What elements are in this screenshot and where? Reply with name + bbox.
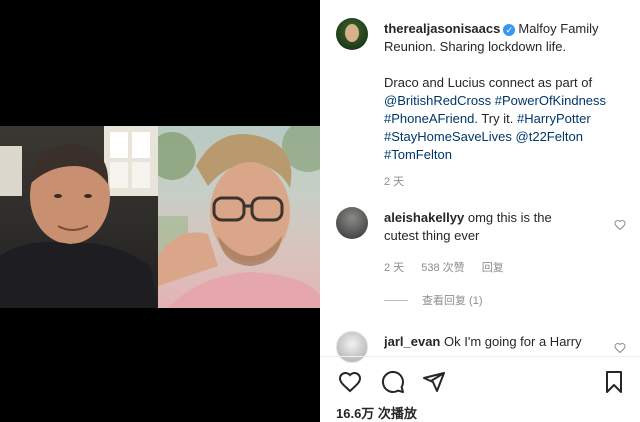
comment-meta: 2 天 538 次赞 回复 xyxy=(384,259,518,275)
verified-badge-icon: ✓ xyxy=(503,24,516,36)
comment-like-heart-icon[interactable] xyxy=(614,342,626,354)
comment-item: jarl_evan Ok I'm going for a Harry xyxy=(384,333,604,353)
heart-icon[interactable] xyxy=(338,370,362,394)
caption-paragraph-2: Draco and Lucius connect as part of @Bri… xyxy=(384,74,624,164)
view-replies-label: 查看回复 (1) xyxy=(422,295,483,307)
commenter-username[interactable]: jarl_evan xyxy=(384,334,440,349)
commenter-avatar[interactable] xyxy=(336,331,368,363)
post-timestamp[interactable]: 2 天 xyxy=(384,173,404,189)
commenter-username[interactable]: aleishakellyy xyxy=(384,210,464,225)
mention-t22felton[interactable]: @t22Felton xyxy=(516,129,583,144)
view-count[interactable]: 16.6万 次播放 xyxy=(336,403,417,422)
share-icon[interactable] xyxy=(422,370,446,394)
commenter-avatar[interactable] xyxy=(336,207,368,239)
comment-item: aleishakellyy omg this is the cutest thi… xyxy=(384,209,584,245)
view-replies-button[interactable]: 查看回复 (1) xyxy=(384,292,483,308)
comment-like-heart-icon[interactable] xyxy=(614,219,626,231)
replies-divider-line xyxy=(384,299,408,301)
comment-icon[interactable] xyxy=(381,370,405,394)
action-bar-divider xyxy=(320,356,640,357)
hashtag-phoneafriend[interactable]: #PhoneAFriend. xyxy=(384,111,478,126)
action-bar xyxy=(320,370,640,396)
post-panel: therealjasonisaacs ✓ Malfoy Family Reunion… xyxy=(320,0,640,422)
hashtag-tomfelton[interactable]: #TomFelton xyxy=(384,147,452,162)
post-caption: therealjasonisaacs ✓ Malfoy Family Reunion… xyxy=(384,20,624,164)
comment-reply-button[interactable]: 回复 xyxy=(482,262,504,274)
video-call-frame-left xyxy=(0,126,158,308)
mention-britishredcross[interactable]: @BritishRedCross xyxy=(384,93,491,108)
hashtag-powerofkindness[interactable]: #PowerOfKindness xyxy=(495,93,606,108)
comment-time[interactable]: 2 天 xyxy=(384,262,404,274)
caption-try: Try it. xyxy=(481,111,514,126)
video-call-frame-right xyxy=(158,126,320,308)
comment-likes[interactable]: 538 次赞 xyxy=(421,262,464,274)
caption-text: Draco and Lucius connect as part of xyxy=(384,75,593,90)
comment-text: Ok I'm going for a Harry xyxy=(444,334,582,349)
video-player[interactable] xyxy=(0,0,320,422)
author-avatar[interactable] xyxy=(336,18,368,50)
author-username[interactable]: therealjasonisaacs xyxy=(384,21,500,36)
hashtag-harrypotter[interactable]: #HarryPotter xyxy=(517,111,591,126)
bookmark-icon[interactable] xyxy=(602,370,626,394)
hashtag-stayhomesavelives[interactable]: #StayHomeSaveLives xyxy=(384,129,512,144)
